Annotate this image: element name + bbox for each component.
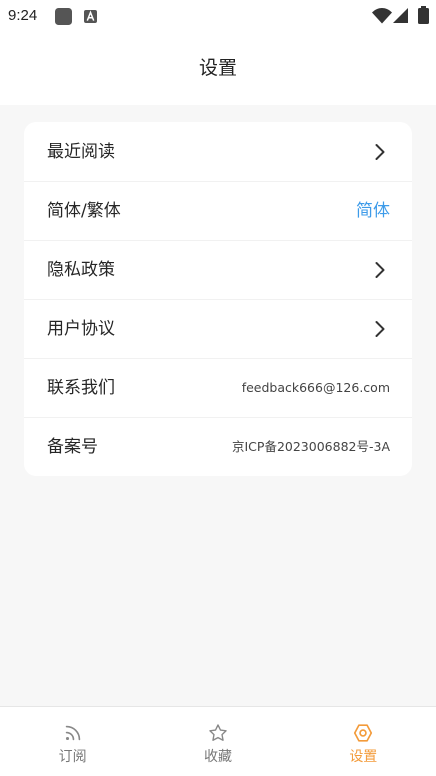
header: 设置 bbox=[0, 32, 436, 105]
row-label: 备案号 bbox=[47, 437, 98, 457]
row-user-agreement[interactable]: 用户协议 bbox=[24, 299, 412, 358]
rss-icon bbox=[65, 725, 80, 741]
tab-favorites[interactable]: 收藏 bbox=[145, 707, 290, 776]
settings-hexagon-icon bbox=[354, 724, 373, 742]
row-language-toggle[interactable]: 简体/繁体 简体 bbox=[24, 181, 412, 240]
row-label: 隐私政策 bbox=[47, 260, 115, 280]
tab-settings[interactable]: 设置 bbox=[291, 707, 436, 776]
row-icp-record[interactable]: 备案号 京ICP备2023006882号-3A bbox=[24, 417, 412, 476]
row-label: 最近阅读 bbox=[47, 141, 115, 162]
icp-record-number: 京ICP备2023006882号-3A bbox=[232, 439, 390, 454]
bottom-tab-bar: 订阅 收藏 设置 bbox=[0, 706, 436, 776]
page-title: 设置 bbox=[198, 57, 237, 79]
row-label: 简体/繁体 bbox=[47, 201, 121, 221]
row-contact-us[interactable]: 联系我们 feedback666@126.com bbox=[24, 358, 412, 417]
settings-card: 最近阅读 简体/繁体 简体 隐私政策 用户协议 联系我们 feedback666… bbox=[24, 122, 412, 476]
row-label: 联系我们 bbox=[47, 378, 115, 398]
notification-square-icon bbox=[55, 8, 72, 25]
wifi-icon bbox=[372, 8, 392, 24]
tab-label: 订阅 bbox=[58, 749, 87, 765]
tab-subscriptions[interactable]: 订阅 bbox=[0, 707, 145, 776]
language-value[interactable]: 简体 bbox=[356, 200, 390, 222]
chevron-right-icon bbox=[375, 143, 385, 160]
status-time: 9:24 bbox=[8, 7, 38, 24]
row-recent-reading[interactable]: 最近阅读 bbox=[24, 122, 412, 181]
tab-label: 设置 bbox=[349, 749, 378, 765]
tab-label: 收藏 bbox=[203, 749, 232, 765]
battery-icon bbox=[418, 6, 429, 24]
chevron-right-icon bbox=[375, 321, 385, 337]
status-bar: 9:24 bbox=[0, 0, 436, 32]
a-app-icon bbox=[84, 10, 97, 23]
signal-icon bbox=[393, 8, 408, 23]
row-privacy-policy[interactable]: 隐私政策 bbox=[24, 240, 412, 299]
contact-email: feedback666@126.com bbox=[241, 380, 390, 395]
chevron-right-icon bbox=[375, 262, 385, 278]
star-icon bbox=[209, 724, 227, 741]
row-label: 用户协议 bbox=[47, 319, 115, 339]
